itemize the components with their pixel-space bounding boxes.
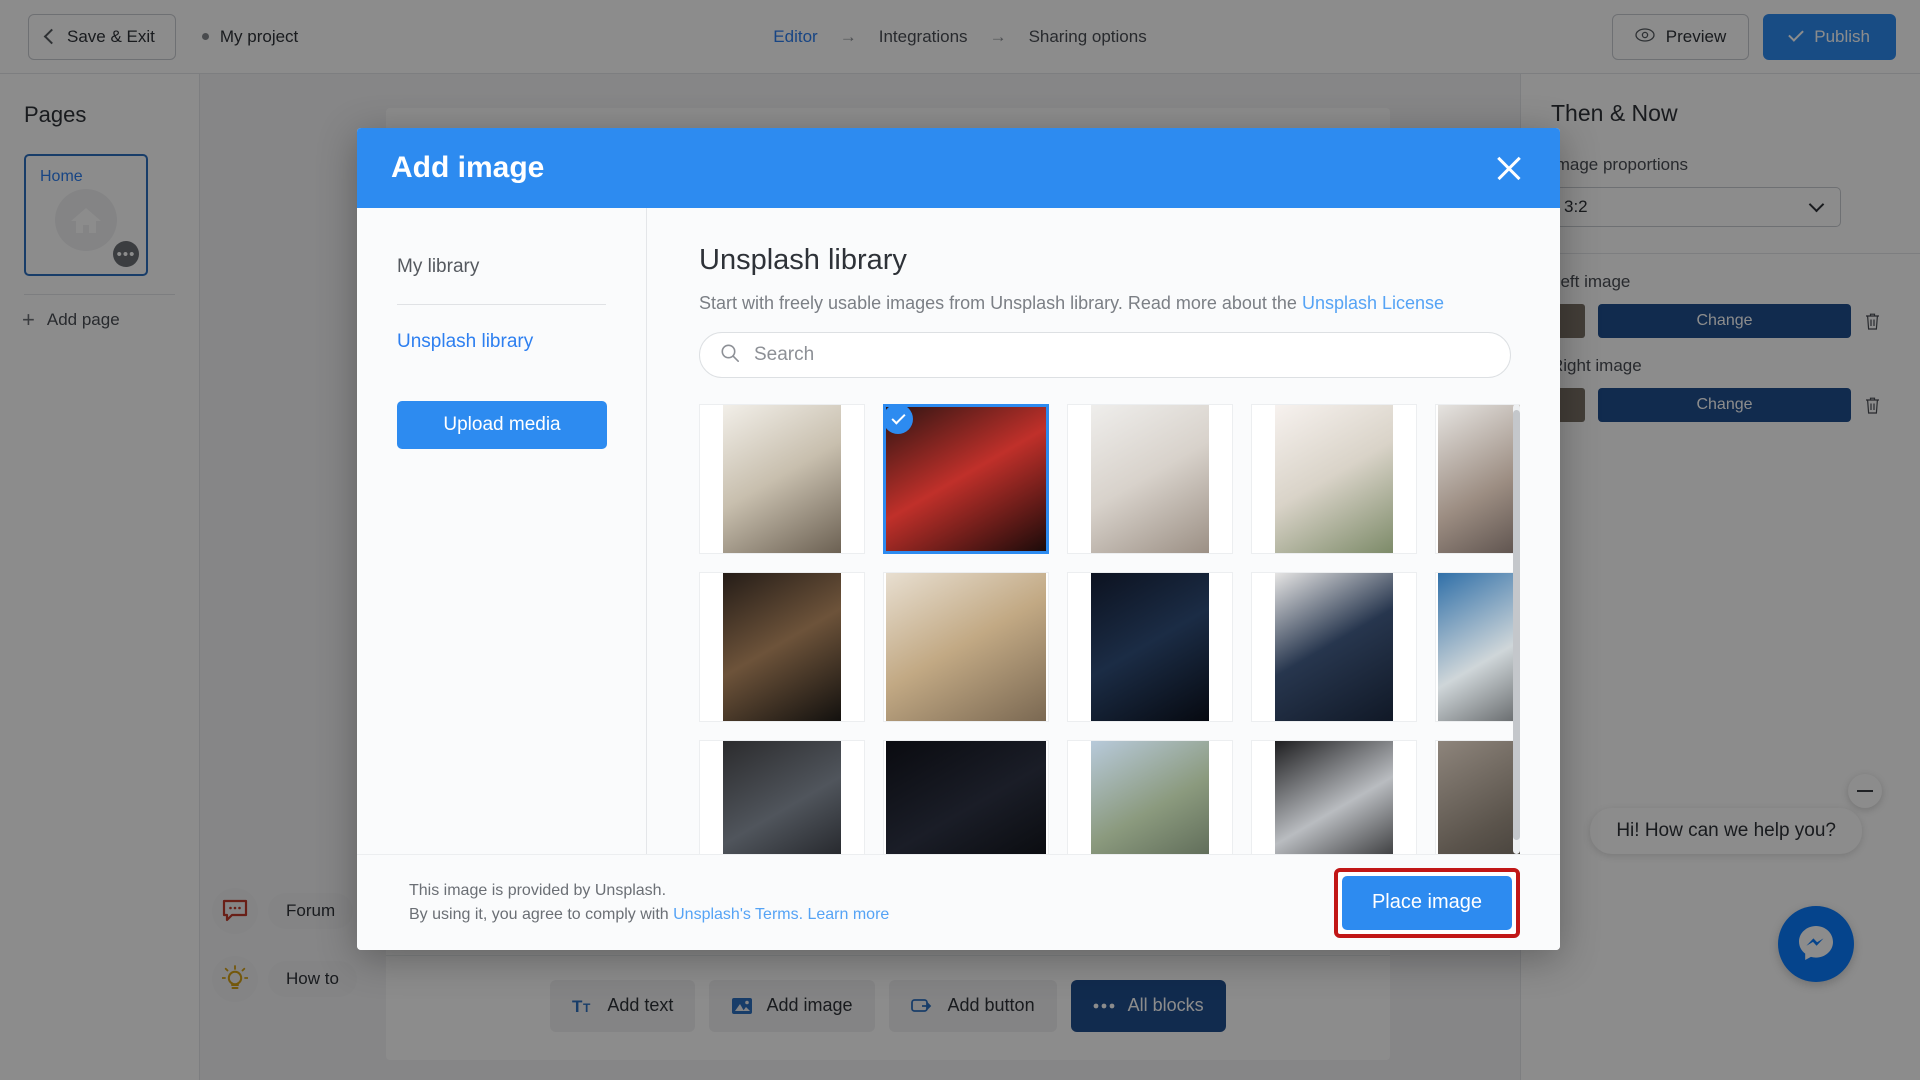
modal-sidebar: My library Unsplash library Upload media bbox=[357, 208, 647, 854]
image-thumbnail bbox=[1091, 741, 1209, 854]
image-grid-item[interactable] bbox=[1435, 404, 1520, 554]
image-grid-container bbox=[699, 404, 1520, 854]
close-icon[interactable] bbox=[1492, 151, 1526, 185]
unsplash-terms-link[interactable]: Unsplash's Terms. Learn more bbox=[673, 906, 889, 923]
image-thumbnail bbox=[1438, 405, 1520, 553]
modal-title: Add image bbox=[391, 151, 545, 184]
image-grid-item[interactable] bbox=[1067, 572, 1233, 722]
library-heading: Unsplash library bbox=[699, 244, 907, 276]
image-thumbnail bbox=[886, 741, 1046, 854]
image-thumbnail bbox=[1091, 405, 1209, 553]
modal-header: Add image bbox=[357, 128, 1560, 208]
unsplash-license-link[interactable]: Unsplash License bbox=[1302, 293, 1444, 313]
image-thumbnail bbox=[723, 741, 841, 854]
image-thumbnail bbox=[1275, 741, 1393, 854]
library-description-text: Start with freely usable images from Uns… bbox=[699, 293, 1302, 313]
add-image-modal: Add image My library Unsplash library Up… bbox=[357, 128, 1560, 950]
place-image-highlight: Place image bbox=[1334, 867, 1520, 938]
image-grid-item[interactable] bbox=[1067, 740, 1233, 854]
image-grid-item[interactable] bbox=[1435, 572, 1520, 722]
image-grid-item[interactable] bbox=[699, 572, 865, 722]
modal-main: Unsplash library Start with freely usabl… bbox=[647, 208, 1560, 854]
image-grid bbox=[699, 404, 1520, 854]
image-grid-item[interactable] bbox=[1251, 572, 1417, 722]
modal-body: My library Unsplash library Upload media… bbox=[357, 208, 1560, 854]
image-grid-item[interactable] bbox=[1251, 740, 1417, 854]
image-grid-item[interactable] bbox=[1067, 404, 1233, 554]
image-grid-item[interactable] bbox=[883, 404, 1049, 554]
attribution-line-2: By using it, you agree to comply with Un… bbox=[409, 903, 889, 926]
sidebar-item-unsplash-library[interactable]: Unsplash library bbox=[397, 331, 606, 353]
image-thumbnail bbox=[1275, 573, 1393, 721]
image-thumbnail bbox=[1438, 741, 1520, 854]
editor-app: Save & Exit My project Editor → Integrat… bbox=[0, 0, 1920, 1080]
attribution-text: This image is provided by Unsplash. By u… bbox=[409, 879, 889, 925]
image-thumbnail bbox=[886, 573, 1046, 721]
modal-footer: This image is provided by Unsplash. By u… bbox=[357, 854, 1560, 950]
image-thumbnail bbox=[1438, 573, 1520, 721]
image-thumbnail bbox=[1091, 573, 1209, 721]
attribution-line-2-text: By using it, you agree to comply with bbox=[409, 905, 674, 923]
grid-scrollbar[interactable] bbox=[1513, 404, 1520, 854]
image-grid-item[interactable] bbox=[699, 740, 865, 854]
place-image-button[interactable]: Place image bbox=[1342, 875, 1512, 930]
library-description: Start with freely usable images from Uns… bbox=[699, 293, 1520, 314]
image-grid-item[interactable] bbox=[1435, 740, 1520, 854]
image-grid-item[interactable] bbox=[1251, 404, 1417, 554]
image-thumbnail bbox=[723, 573, 841, 721]
upload-media-button[interactable]: Upload media bbox=[397, 401, 607, 449]
search-input[interactable] bbox=[754, 344, 1490, 366]
image-grid-item[interactable] bbox=[699, 404, 865, 554]
image-thumbnail bbox=[1275, 405, 1393, 553]
sidebar-item-my-library[interactable]: My library bbox=[397, 256, 606, 278]
selected-check-icon bbox=[886, 407, 913, 434]
image-grid-item[interactable] bbox=[883, 572, 1049, 722]
attribution-line-1: This image is provided by Unsplash. bbox=[409, 882, 667, 900]
image-thumbnail bbox=[723, 405, 841, 553]
image-grid-item[interactable] bbox=[883, 740, 1049, 854]
search-icon bbox=[720, 343, 740, 368]
search-field[interactable] bbox=[699, 332, 1511, 378]
sidebar-divider bbox=[397, 304, 606, 305]
grid-scrollbar-thumb[interactable] bbox=[1513, 410, 1520, 840]
